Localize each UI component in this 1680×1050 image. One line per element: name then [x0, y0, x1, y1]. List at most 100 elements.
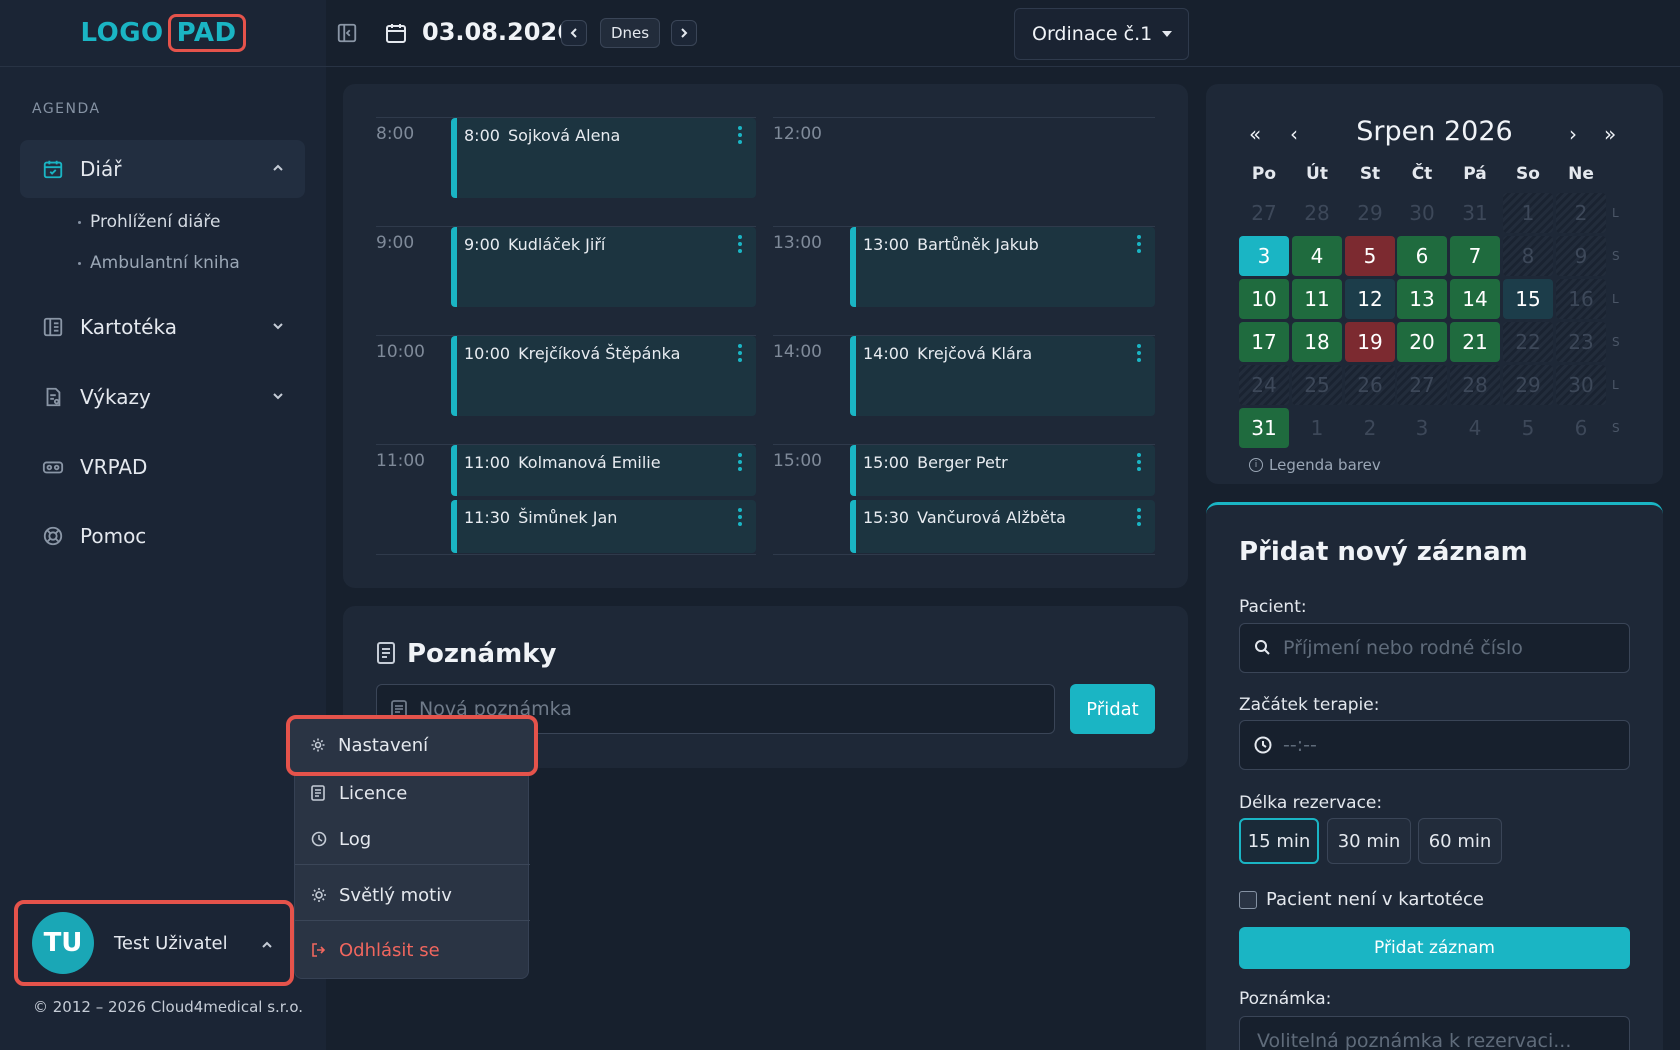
calendar-day[interactable]: 12: [1345, 279, 1395, 319]
calendar-day[interactable]: 7: [1450, 236, 1500, 276]
color-legend-link[interactable]: i Legenda barev: [1249, 456, 1381, 474]
calendar-day[interactable]: 16: [1556, 279, 1606, 319]
sidebar-item-vykazy[interactable]: Výkazy: [20, 368, 305, 426]
duration-15-button[interactable]: 15 min: [1239, 818, 1319, 864]
menu-item-log[interactable]: Log: [311, 819, 371, 859]
add-record-title: Přidat nový záznam: [1239, 537, 1528, 567]
calendar-day[interactable]: 31: [1239, 408, 1289, 448]
appointment-card[interactable]: 8:00 Sojková Alena: [451, 118, 756, 198]
calendar-day[interactable]: 9: [1556, 236, 1606, 276]
sidebar-item-diar[interactable]: Diář: [20, 140, 305, 198]
appointment-card[interactable]: 15:30 Vančurová Alžběta: [850, 500, 1155, 553]
calendar-day[interactable]: 28: [1450, 365, 1500, 405]
empty-slot[interactable]: [852, 118, 1155, 198]
current-date[interactable]: 03.08.2026: [422, 18, 574, 46]
prev-day-button[interactable]: [561, 20, 587, 46]
duration-30-button[interactable]: 30 min: [1327, 818, 1411, 864]
calendar-day[interactable]: 3: [1239, 236, 1289, 276]
calendar-day[interactable]: 26: [1345, 365, 1395, 405]
more-options-icon[interactable]: [1137, 344, 1141, 362]
calendar-day[interactable]: 14: [1450, 279, 1500, 319]
calendar-day[interactable]: 15: [1503, 279, 1553, 319]
menu-item-logout[interactable]: Odhlásit se: [311, 930, 440, 970]
more-options-icon[interactable]: [738, 453, 742, 471]
reservation-note-input[interactable]: Volitelná poznámka k rezervaci...: [1239, 1016, 1630, 1050]
menu-item-settings[interactable]: Nastavení: [286, 715, 538, 776]
sidebar-item-pomoc[interactable]: Pomoc: [20, 507, 305, 565]
duration-60-button[interactable]: 60 min: [1418, 818, 1502, 864]
calendar-day[interactable]: 19: [1345, 322, 1395, 362]
menu-item-light-theme[interactable]: Světlý motiv: [311, 875, 452, 915]
calendar-day[interactable]: 6: [1397, 236, 1447, 276]
calendar-day[interactable]: 13: [1397, 279, 1447, 319]
calendar-day[interactable]: 29: [1345, 193, 1395, 233]
calendar-day[interactable]: 4: [1292, 236, 1342, 276]
office-select[interactable]: Ordinace č.1: [1014, 8, 1189, 60]
not-in-registry-checkbox[interactable]: Pacient není v kartotéce: [1239, 889, 1484, 910]
calendar-day[interactable]: 2: [1556, 193, 1606, 233]
calendar-day[interactable]: 11: [1292, 279, 1342, 319]
weekday-header: Ne: [1568, 164, 1594, 184]
patient-search-input[interactable]: Příjmení nebo rodné číslo: [1239, 623, 1630, 673]
calendar-icon[interactable]: [384, 21, 410, 47]
calendar-day[interactable]: 5: [1345, 236, 1395, 276]
more-options-icon[interactable]: [1137, 508, 1141, 526]
sidebar-subitem-ambulantni[interactable]: Ambulantní kniha: [78, 253, 240, 273]
calendar-day[interactable]: 1: [1292, 408, 1342, 448]
calendar-day[interactable]: 28: [1292, 193, 1342, 233]
more-options-icon[interactable]: [738, 126, 742, 144]
next-day-button[interactable]: [671, 20, 697, 46]
time-label: 8:00: [376, 124, 415, 144]
appointment-card[interactable]: 11:00 Kolmanová Emilie: [451, 445, 756, 496]
sidebar-item-kartoteka[interactable]: Kartotéka: [20, 298, 305, 356]
clock-icon: [311, 831, 327, 847]
more-options-icon[interactable]: [738, 508, 742, 526]
sidebar-item-vrpad[interactable]: VRPAD: [20, 438, 305, 496]
add-note-button[interactable]: Přidat: [1070, 684, 1155, 734]
calendar-day[interactable]: 1: [1503, 193, 1553, 233]
calendar-day[interactable]: 10: [1239, 279, 1289, 319]
calendar-day[interactable]: 24: [1239, 365, 1289, 405]
calendar-day[interactable]: 17: [1239, 322, 1289, 362]
calendar-day[interactable]: 25: [1292, 365, 1342, 405]
today-button[interactable]: Dnes: [600, 18, 660, 48]
calendar-day[interactable]: 27: [1239, 193, 1289, 233]
calendar-day[interactable]: 31: [1450, 193, 1500, 233]
calendar-day[interactable]: 5: [1503, 408, 1553, 448]
calendar-day[interactable]: 30: [1556, 365, 1606, 405]
calendar-day[interactable]: 3: [1397, 408, 1447, 448]
calendar-day[interactable]: 22: [1503, 322, 1553, 362]
appointment-card[interactable]: 13:00 Bartůněk Jakub: [850, 227, 1155, 307]
calendar-day[interactable]: 23: [1556, 322, 1606, 362]
calendar-day[interactable]: 2: [1345, 408, 1395, 448]
appointment-card[interactable]: 14:00 Krejčová Klára: [850, 336, 1155, 416]
more-options-icon[interactable]: [1137, 453, 1141, 471]
calendar-day[interactable]: 20: [1397, 322, 1447, 362]
calendar-day[interactable]: 6: [1556, 408, 1606, 448]
menu-item-licence[interactable]: Licence: [311, 773, 407, 813]
appointment-card[interactable]: 11:30 Šimůnek Jan: [451, 500, 756, 553]
calendar-day[interactable]: 30: [1397, 193, 1447, 233]
therapy-start-input[interactable]: --:--: [1239, 720, 1630, 770]
checkbox-box[interactable]: [1239, 890, 1257, 909]
more-options-icon[interactable]: [738, 344, 742, 362]
appointment-card[interactable]: 10:00 Krejčíková Štěpánka: [451, 336, 756, 416]
calendar-day[interactable]: 4: [1450, 408, 1500, 448]
add-record-button[interactable]: Přidat záznam: [1239, 927, 1630, 969]
sidebar-collapse-icon[interactable]: [336, 22, 360, 46]
user-menu-toggle[interactable]: TU Test Uživatel: [14, 900, 294, 986]
next-year-button[interactable]: »: [1604, 122, 1616, 146]
more-options-icon[interactable]: [738, 235, 742, 253]
calendar-day[interactable]: 18: [1292, 322, 1342, 362]
logo[interactable]: LOGO PAD: [80, 14, 246, 52]
sidebar-subitem-prohlizeni[interactable]: Prohlížení diáře: [78, 212, 220, 232]
appointment-card[interactable]: 9:00 Kudláček Jiří: [451, 227, 756, 307]
calendar-day[interactable]: 27: [1397, 365, 1447, 405]
appointment-patient: Krejčíková Štěpánka: [518, 344, 681, 363]
calendar-day[interactable]: 8: [1503, 236, 1553, 276]
more-options-icon[interactable]: [1137, 235, 1141, 253]
next-month-button[interactable]: ›: [1569, 122, 1577, 146]
appointment-card[interactable]: 15:00 Berger Petr: [850, 445, 1155, 496]
calendar-day[interactable]: 21: [1450, 322, 1500, 362]
calendar-day[interactable]: 29: [1503, 365, 1553, 405]
